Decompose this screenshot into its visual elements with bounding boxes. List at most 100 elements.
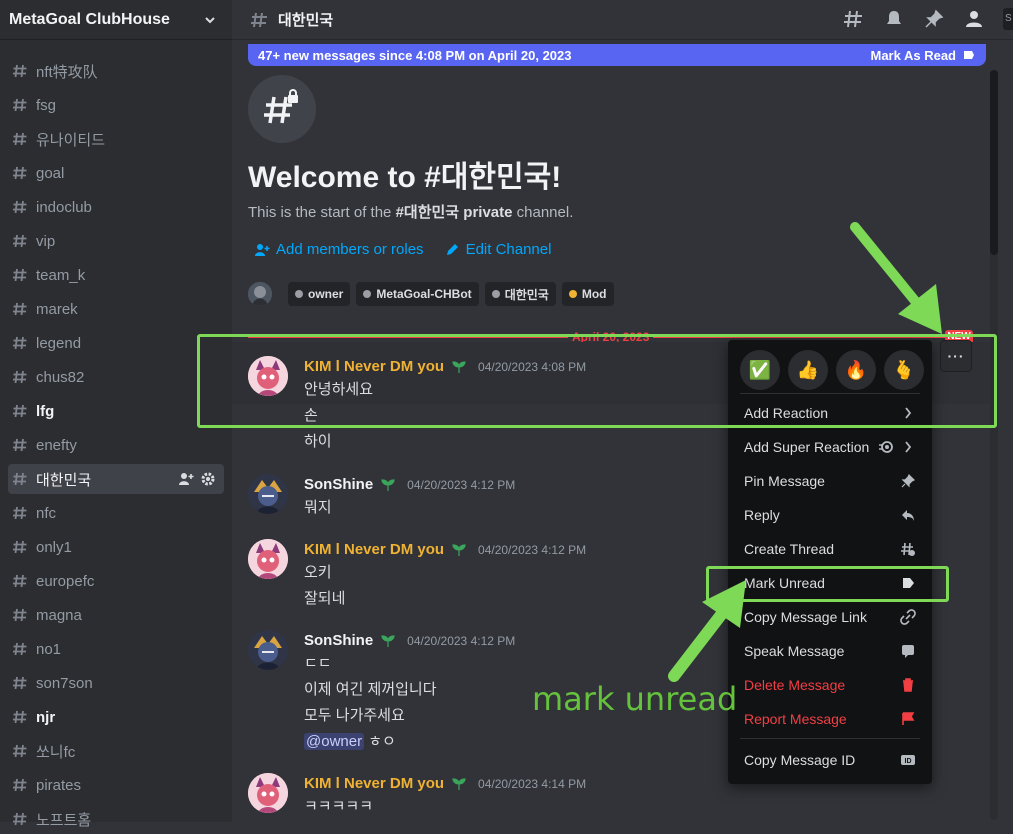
message-header: KIM l Never DM you 04/20/2023 4:12 PM xyxy=(304,541,586,558)
channel-name: marek xyxy=(36,300,78,318)
annotation-label: mark unread xyxy=(532,680,738,718)
avatar[interactable] xyxy=(248,773,288,813)
message-timestamp[interactable]: 04/20/2023 4:14 PM xyxy=(478,777,586,791)
sidebar-channel[interactable]: nft特攻队 xyxy=(8,56,224,86)
context-menu-item[interactable]: Pin Message xyxy=(736,465,924,497)
hash-icon xyxy=(13,132,27,146)
scrollbar-thumb[interactable] xyxy=(990,70,998,255)
new-messages-banner[interactable]: 47+ new messages since 4:08 PM on April … xyxy=(248,44,986,66)
channel-name: njr xyxy=(36,708,56,726)
role-color-dot xyxy=(568,290,577,298)
avatar[interactable] xyxy=(248,539,288,579)
sidebar-channel[interactable]: vip xyxy=(8,226,224,256)
context-menu-item[interactable]: Copy Message ID ID xyxy=(736,744,924,776)
sidebar-channel[interactable]: magna xyxy=(8,600,224,630)
context-menu-item[interactable]: Delete Message xyxy=(736,669,924,701)
sidebar-channel[interactable]: njr xyxy=(8,702,224,732)
sidebar-channel[interactable]: europefc xyxy=(8,566,224,596)
context-menu-label: Create Thread xyxy=(744,541,835,557)
hash-icon xyxy=(13,472,27,486)
sidebar-channel[interactable]: 유나이티드 xyxy=(8,124,224,154)
role-name: MetaGoal-CHBot xyxy=(376,287,472,301)
sidebar-channel[interactable]: 대한민국 xyxy=(8,464,224,494)
channel-name: legend xyxy=(36,334,82,352)
role-tag[interactable]: 대한민국 xyxy=(484,282,556,306)
chevron-right-icon xyxy=(905,441,912,453)
server-header[interactable]: MetaGoal ClubHouse xyxy=(0,0,232,40)
thread-icon xyxy=(901,542,915,556)
context-menu-label: Reply xyxy=(744,507,780,523)
context-menu-item[interactable]: Report Message xyxy=(736,703,924,735)
avatar[interactable] xyxy=(248,630,288,670)
avatar[interactable] xyxy=(248,474,288,514)
message-text: 이제 여긴 제꺼입니다 xyxy=(304,681,437,698)
role-tag[interactable]: MetaGoal-CHBot xyxy=(356,282,479,306)
context-menu-item[interactable]: Speak Message xyxy=(736,635,924,667)
context-menu-label: Pin Message xyxy=(744,473,825,489)
message-text: @owner ㅎㅇ xyxy=(304,730,396,751)
sidebar-channel[interactable]: chus82 xyxy=(8,362,224,392)
channel-welcome-icon xyxy=(248,75,316,143)
context-menu-item[interactable]: Reply xyxy=(736,499,924,531)
mark-as-read-button[interactable]: Mark As Read xyxy=(871,48,977,63)
add-members-label: Add members or roles xyxy=(276,241,424,258)
message-author[interactable]: KIM l Never DM you xyxy=(304,541,444,558)
welcome-title: Welcome to #대한민국! xyxy=(248,161,562,194)
message-timestamp[interactable]: 04/20/2023 4:12 PM xyxy=(407,634,515,648)
sidebar-channel[interactable]: enefty xyxy=(8,430,224,460)
sidebar-channel[interactable]: fsg xyxy=(8,90,224,120)
member-list-icon[interactable] xyxy=(963,8,985,30)
sidebar-channel[interactable]: son7son xyxy=(8,668,224,698)
message-text: 뭐지 xyxy=(304,499,332,516)
annotation-arrow-up xyxy=(668,580,746,682)
hash-icon xyxy=(13,336,27,350)
hash-icon xyxy=(13,540,27,554)
hash-icon xyxy=(13,438,27,452)
threads-icon[interactable] xyxy=(843,8,865,30)
role-tag[interactable]: owner xyxy=(288,282,351,306)
bell-icon[interactable] xyxy=(883,8,905,30)
message-timestamp[interactable]: 04/20/2023 4:12 PM xyxy=(407,478,515,492)
sidebar-channel[interactable]: legend xyxy=(8,328,224,358)
sidebar-channel[interactable]: no1 xyxy=(8,634,224,664)
sidebar-channel[interactable]: lfg xyxy=(8,396,224,426)
hash-icon xyxy=(13,64,27,78)
hash-icon xyxy=(13,234,27,248)
user-mention[interactable]: @owner xyxy=(304,733,365,750)
message-author[interactable]: KIM l Never DM you xyxy=(304,775,444,792)
highlight-box-message xyxy=(197,334,997,428)
pencil-icon xyxy=(446,243,458,255)
mark-as-read-label: Mark As Read xyxy=(870,47,957,63)
message-header: SonShine 04/20/2023 4:12 PM xyxy=(304,632,515,649)
channel-name: europefc xyxy=(36,572,95,590)
context-menu-label: Report Message xyxy=(744,711,847,727)
svg-text:ID: ID xyxy=(905,758,912,765)
trash-icon xyxy=(903,678,913,692)
context-menu-item[interactable]: Add Super Reaction xyxy=(736,431,924,463)
message-text: ㅋㅋㅋㅋㅋ xyxy=(304,798,374,815)
sidebar-channel[interactable]: 쏘니fc xyxy=(8,736,224,766)
add-members-link[interactable]: Add members or roles xyxy=(254,241,424,258)
gear-icon[interactable] xyxy=(200,471,216,487)
message-text: 하이 xyxy=(304,433,332,450)
message-author[interactable]: SonShine xyxy=(304,632,373,649)
invite-user-icon[interactable] xyxy=(178,471,194,487)
role-color-dot xyxy=(295,290,303,298)
sidebar-channel[interactable]: 노프트홈 xyxy=(8,804,224,834)
sidebar-channel[interactable]: pirates xyxy=(8,770,224,800)
sidebar-channel[interactable]: goal xyxy=(8,158,224,188)
edit-channel-link[interactable]: Edit Channel xyxy=(444,241,551,258)
message-author[interactable]: SonShine xyxy=(304,476,373,493)
sidebar-channel[interactable]: marek xyxy=(8,294,224,324)
sidebar-channel[interactable]: team_k xyxy=(8,260,224,290)
sidebar-channel[interactable]: only1 xyxy=(8,532,224,562)
context-menu-item[interactable]: Copy Message Link xyxy=(736,601,924,633)
pin-icon[interactable] xyxy=(923,8,945,30)
sidebar-channel[interactable]: indoclub xyxy=(8,192,224,222)
context-menu-item[interactable]: Create Thread xyxy=(736,533,924,565)
search-input[interactable]: S xyxy=(1003,8,1013,30)
sidebar-channel[interactable]: nfc xyxy=(8,498,224,528)
message-timestamp[interactable]: 04/20/2023 4:12 PM xyxy=(478,543,586,557)
hash-icon xyxy=(13,200,27,214)
role-tag[interactable]: Mod xyxy=(561,282,614,306)
